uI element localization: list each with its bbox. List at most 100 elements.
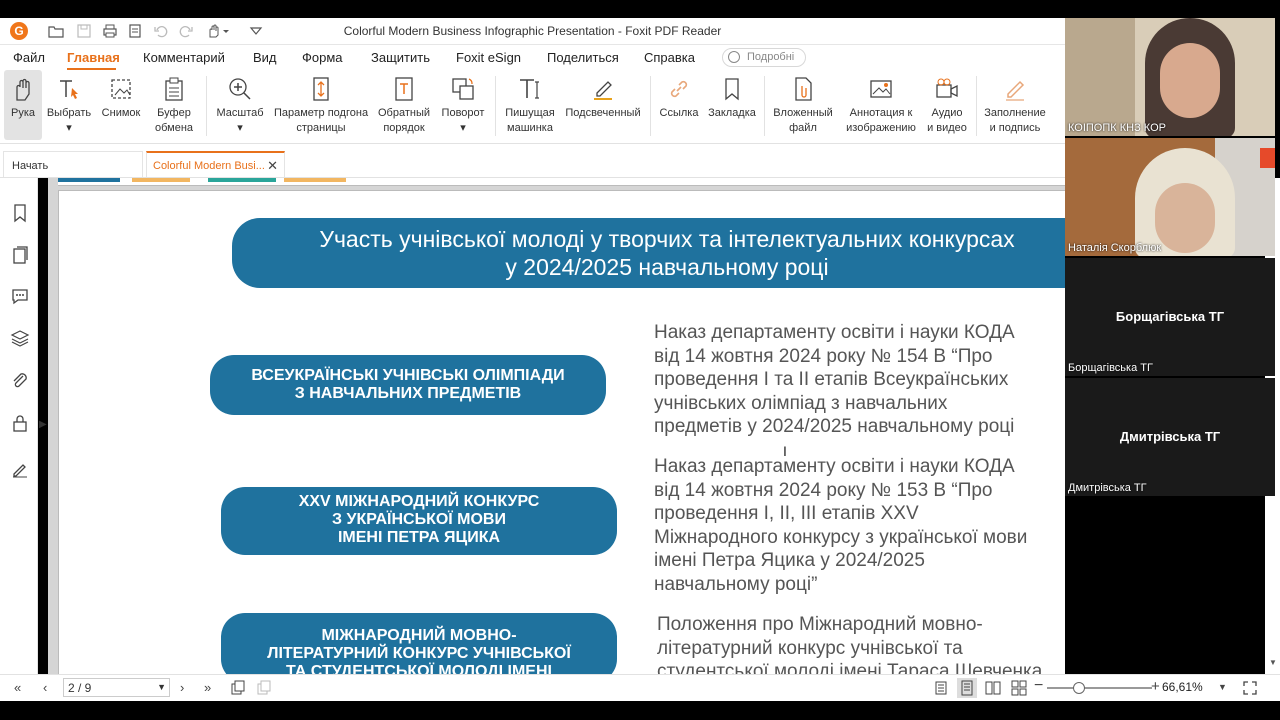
- page-dropdown-icon[interactable]: ▼: [157, 682, 166, 692]
- menu-comment[interactable]: Комментарий: [143, 50, 225, 65]
- zoom-value[interactable]: 66,61%: [1162, 680, 1203, 694]
- bookmark-panel-icon[interactable]: [10, 203, 30, 223]
- video-tile-participant-2[interactable]: Наталія Скорблюк: [1065, 138, 1275, 256]
- document-viewport[interactable]: Участь учнівської молоді у творчих та ін…: [48, 178, 1065, 674]
- image-annotation-button[interactable]: Аннотация к изображению: [842, 70, 920, 140]
- link-button[interactable]: Ссылка: [656, 70, 702, 140]
- menu-help[interactable]: Справка: [644, 50, 695, 65]
- menu-file[interactable]: Файл: [13, 50, 45, 65]
- slide-title-line-2: у 2024/2025 навчальному році: [505, 254, 829, 280]
- copy-page-icon[interactable]: [230, 680, 246, 696]
- reflow-icon[interactable]: [256, 680, 272, 696]
- menu-form[interactable]: Форма: [302, 50, 343, 65]
- select-label: Выбрать: [46, 107, 92, 119]
- text-line: Наказ департаменту освіти і науки КОДА: [654, 322, 1015, 343]
- continuous-view-icon[interactable]: [957, 678, 977, 698]
- menu-home[interactable]: Главная: [67, 50, 120, 65]
- scroll-down-icon[interactable]: ▼: [1269, 658, 1277, 667]
- slide-title-line-1: Участь учнівської молоді у творчих та ін…: [319, 226, 1015, 252]
- tell-me-search[interactable]: Подробні: [722, 48, 806, 67]
- page-number-value: 2 / 9: [68, 681, 92, 695]
- ribbon-separator: [976, 76, 977, 136]
- menu-foxit-esign[interactable]: Foxit eSign: [456, 50, 521, 65]
- bottom-black-bar: [0, 701, 1280, 720]
- comments-panel-icon[interactable]: [10, 286, 30, 306]
- page-strip: [208, 178, 276, 182]
- participant-name: Наталія Скорблюк: [1068, 242, 1162, 254]
- zoom-slider[interactable]: [1047, 687, 1152, 689]
- layers-panel-icon[interactable]: [10, 328, 30, 348]
- fit-page-button[interactable]: Параметр подгона страницы: [270, 70, 372, 140]
- continuous-facing-view-icon[interactable]: [1011, 680, 1027, 696]
- video-person-face: [1155, 183, 1215, 253]
- zoom-slider-handle[interactable]: [1073, 682, 1085, 694]
- fullscreen-icon[interactable]: [1242, 680, 1258, 696]
- rotate-button[interactable]: Поворот ▾: [436, 70, 490, 140]
- bookmark-label: Закладка: [708, 107, 756, 119]
- video-tile-participant-3[interactable]: Борщагівська ТГ Борщагівська ТГ: [1065, 258, 1275, 376]
- highlight-button[interactable]: Подсвеченный: [562, 70, 644, 140]
- security-panel-icon[interactable]: [10, 413, 30, 433]
- link-icon: [670, 80, 688, 98]
- typewriter-button[interactable]: Пишущая машинка: [500, 70, 560, 140]
- zoom-in-icon[interactable]: +: [1151, 678, 1160, 695]
- previous-page-icon[interactable]: ‹: [43, 680, 47, 695]
- pages-panel-icon[interactable]: [10, 245, 30, 265]
- facing-view-icon[interactable]: [985, 680, 1001, 696]
- select-tool-button[interactable]: Выбрать ▾: [44, 70, 94, 140]
- ribbon-toolbar: Рука Выбрать ▾ Снимок Буфер обмена Масшт…: [0, 70, 1065, 144]
- reverse-label-2: порядок: [383, 122, 425, 134]
- close-tab-icon[interactable]: ✕: [267, 158, 278, 174]
- zoom-button[interactable]: Масштаб ▾: [212, 70, 268, 140]
- participant-center-name: Дмитрівська ТГ: [1119, 429, 1221, 444]
- bookmark-button[interactable]: Закладка: [706, 70, 758, 140]
- video-person-face: [1160, 43, 1220, 118]
- menu-share[interactable]: Поделиться: [547, 50, 619, 65]
- reverse-order-button[interactable]: Обратный порядок: [374, 70, 434, 140]
- ribbon-separator: [495, 76, 496, 136]
- yatsyk-pill-line-3: ІМЕНІ ПЕТРА ЯЦИКА: [337, 529, 501, 546]
- participant-name: КОІПОПК КНЗ КОР: [1068, 122, 1166, 134]
- participant-name: Борщагівська ТГ: [1068, 362, 1153, 374]
- ribbon-separator: [764, 76, 765, 136]
- ribbon-separator: [650, 76, 651, 136]
- video-tile-participant-1[interactable]: КОІПОПК КНЗ КОР: [1065, 18, 1275, 136]
- zoom-out-icon[interactable]: −: [1034, 677, 1043, 695]
- signature-panel-icon[interactable]: [10, 458, 30, 478]
- audio-video-button[interactable]: Аудио и видео: [924, 70, 970, 140]
- text-line: від 14 жовтня 2024 року № 153 В “Про: [654, 479, 993, 501]
- fill-sign-label-2: и подпись: [989, 122, 1041, 134]
- menu-view[interactable]: Вид: [253, 50, 277, 65]
- document-tab-bar: Начать Colorful Modern Busi... ✕: [0, 144, 1065, 178]
- snapshot-button[interactable]: Снимок: [98, 70, 144, 140]
- tab-start[interactable]: Начать: [3, 151, 143, 177]
- bookmark-icon: [725, 78, 739, 101]
- status-bar: « ‹ 2 / 9 ▼ › » − + 66,61% ▼: [0, 674, 1280, 701]
- tab-document[interactable]: Colorful Modern Busi... ✕: [146, 151, 285, 177]
- audio-video-label-2: и видео: [927, 122, 967, 134]
- hand-tool-button[interactable]: Рука: [4, 70, 42, 140]
- shevchenko-pill-line-3: ТА СТУДЕНТСЬКОЇ МОЛОДІ ІМЕНІ: [286, 663, 552, 674]
- window-title: Colorful Modern Business Infographic Pre…: [343, 24, 722, 38]
- expand-panel-icon[interactable]: ▶: [39, 419, 47, 430]
- zoom-dropdown-icon[interactable]: ▼: [1218, 682, 1227, 692]
- tab-start-label: Начать: [12, 160, 49, 172]
- first-page-icon[interactable]: «: [14, 680, 21, 695]
- menu-protect[interactable]: Защитить: [371, 50, 430, 65]
- clipboard-icon: [165, 77, 183, 101]
- snapshot-icon: [111, 79, 131, 99]
- attachments-panel-icon[interactable]: [10, 371, 30, 391]
- yatsyk-pill-line-1: XXV МІЖНАРОДНИЙ КОНКУРС: [298, 493, 540, 510]
- attachment-button[interactable]: Вложенный файл: [770, 70, 836, 140]
- single-page-view-icon[interactable]: [933, 680, 949, 696]
- fill-sign-button[interactable]: Заполнение и подпись: [980, 70, 1050, 140]
- page-strip: [58, 178, 120, 182]
- page-number-input[interactable]: 2 / 9 ▼: [63, 678, 170, 697]
- next-page-icon[interactable]: ›: [180, 680, 184, 695]
- last-page-icon[interactable]: »: [204, 680, 211, 695]
- clipboard-button[interactable]: Буфер обмена: [148, 70, 200, 140]
- olympiads-pill-line-1: ВСЕУКРАЇНСЬКІ УЧНІВСЬКІ ОЛІМПІАДИ: [251, 367, 565, 384]
- text-line: Наказ департаменту освіти і науки КОДА: [654, 456, 1015, 477]
- select-text-icon: [60, 80, 78, 99]
- video-tile-participant-4[interactable]: Дмитрівська ТГ Дмитрівська ТГ: [1065, 378, 1275, 496]
